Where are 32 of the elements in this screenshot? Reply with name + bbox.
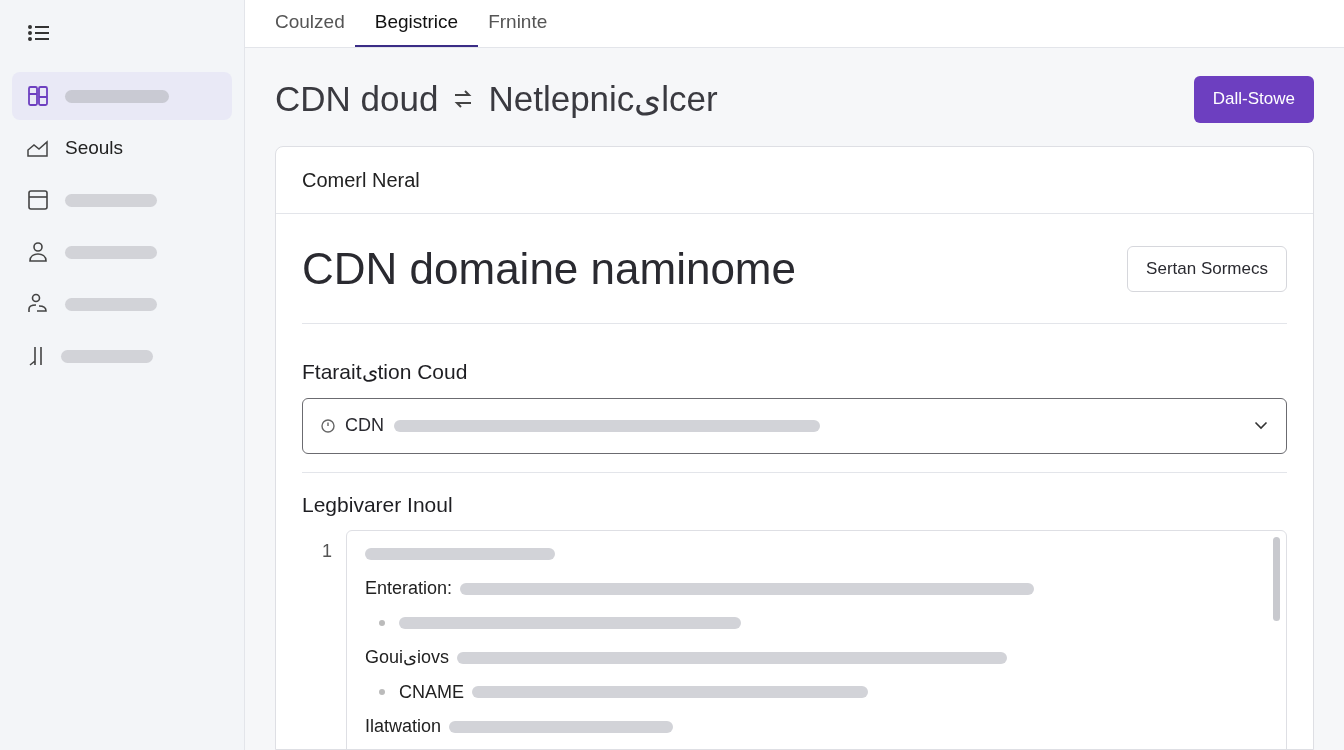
secondary-button[interactable]: Sertan Sormecs <box>1127 245 1287 292</box>
tab[interactable]: Begistrice <box>354 0 479 47</box>
bars-icon <box>27 345 45 367</box>
primary-button[interactable]: Dall-Stowe <box>1193 75 1314 123</box>
scrollbar-thumb[interactable] <box>1273 537 1280 621</box>
chevron-down-icon <box>1254 421 1268 430</box>
menu-icon[interactable] <box>27 23 51 43</box>
editor-text: CNAME <box>399 680 464 704</box>
window-icon <box>27 189 49 211</box>
editor-text: Gouiیiovs <box>365 646 450 670</box>
field-label: Ftaraitیtion Coud <box>302 359 469 385</box>
tab[interactable]: Coulzed <box>265 0 355 47</box>
clock-icon <box>321 418 335 433</box>
bullet-icon <box>379 689 385 696</box>
card-heading: CDN domaine naminome <box>302 242 796 295</box>
chart-icon <box>27 138 49 158</box>
tab[interactable]: Frninte <box>478 0 558 47</box>
users-icon <box>27 293 49 315</box>
page-title: Netlepnicیlcer <box>488 77 718 120</box>
page-title: CDN doud <box>275 77 439 120</box>
bullet-icon <box>379 620 385 627</box>
select-field[interactable]: CDN <box>302 397 1287 454</box>
card-title: Comerl Neral <box>302 168 420 193</box>
editor-text: Enteration: <box>365 577 453 601</box>
select-value: CDN <box>345 414 384 437</box>
field-label: Legbivarer Inoul <box>302 491 454 518</box>
line-number: 1 <box>321 540 332 563</box>
dashboard-icon <box>27 85 49 107</box>
editor-text: Ilatwation <box>365 715 442 739</box>
user-icon <box>27 241 49 263</box>
sidebar-item[interactable] <box>12 72 232 120</box>
sidebar-item[interactable]: Seouls <box>12 124 232 172</box>
